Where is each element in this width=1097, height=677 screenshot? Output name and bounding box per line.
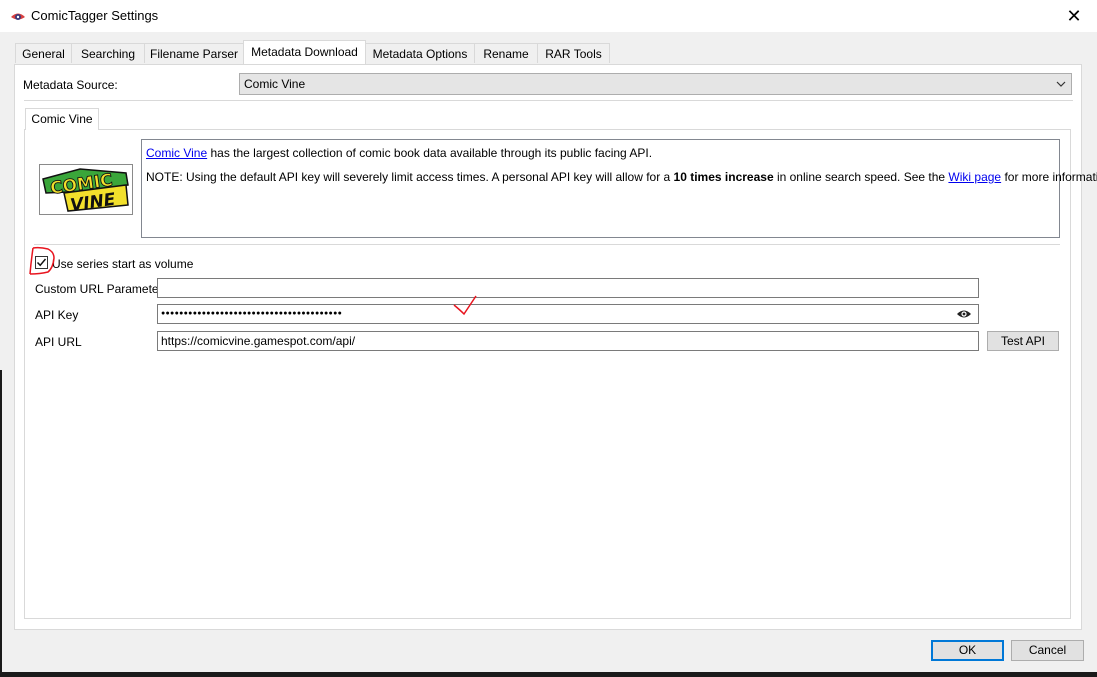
api-key-masked-value: ●●●●●●●●●●●●●●●●●●●●●●●●●●●●●●●●●●●●●●●● [161, 310, 343, 317]
background-window-edge [0, 370, 2, 677]
wiki-page-link[interactable]: Wiki page [948, 170, 1001, 184]
tab-comic-vine[interactable]: Comic Vine [25, 108, 99, 130]
divider [24, 100, 1073, 101]
comic-vine-logo: COMIC VINE [39, 164, 133, 216]
tab-filename-parser[interactable]: Filename Parser [144, 43, 244, 63]
info-line-1: Comic Vine has the largest collection of… [146, 146, 652, 160]
title-bar: ComicTagger Settings ✕ [0, 0, 1097, 32]
info-note-bold: 10 times increase [673, 170, 774, 184]
use-series-start-checkbox[interactable] [35, 256, 48, 269]
window-title: ComicTagger Settings [31, 8, 159, 23]
ok-button[interactable]: OK [931, 640, 1004, 661]
metadata-source-value: Comic Vine [244, 77, 306, 91]
tab-rar-tools[interactable]: RAR Tools [537, 43, 610, 63]
api-key-label: API Key [35, 308, 79, 322]
use-series-start-label: Use series start as volume [52, 257, 194, 271]
checkmark-icon [36, 258, 47, 267]
tab-metadata-options[interactable]: Metadata Options [365, 43, 475, 63]
close-button[interactable]: ✕ [1051, 0, 1097, 32]
info-line-2: NOTE: Using the default API key will sev… [146, 170, 1097, 184]
background-window-edge [0, 672, 1097, 677]
chevron-down-icon [1056, 81, 1066, 87]
test-api-button[interactable]: Test API [987, 331, 1059, 351]
tab-searching[interactable]: Searching [71, 43, 145, 63]
info-note-end: for more information. [1004, 170, 1097, 184]
divider [34, 244, 1060, 245]
info-note-mid: in online search speed. See the [773, 170, 949, 184]
api-url-label: API URL [35, 335, 82, 349]
custom-url-input[interactable] [157, 278, 979, 298]
api-url-input[interactable]: https://comicvine.gamespot.com/api/ [157, 331, 979, 351]
comic-vine-link[interactable]: Comic Vine [146, 146, 207, 160]
tab-general[interactable]: General [15, 43, 72, 63]
custom-url-label: Custom URL Parameters [35, 282, 169, 296]
comictagger-eye-icon [11, 13, 25, 20]
api-url-value: https://comicvine.gamespot.com/api/ [161, 334, 356, 348]
close-icon: ✕ [1066, 5, 1082, 26]
info-text-1: has the largest collection of comic book… [207, 146, 653, 160]
api-key-input[interactable]: ●●●●●●●●●●●●●●●●●●●●●●●●●●●●●●●●●●●●●●●● [157, 304, 979, 324]
metadata-source-label: Metadata Source: [23, 78, 118, 92]
metadata-source-select[interactable]: Comic Vine [239, 73, 1072, 95]
cancel-button[interactable]: Cancel [1011, 640, 1084, 661]
tab-rename[interactable]: Rename [474, 43, 538, 63]
info-note-text: NOTE: Using the default API key will sev… [146, 170, 674, 184]
tab-metadata-download[interactable]: Metadata Download [243, 40, 366, 64]
comic-vine-logo-image: COMIC VINE [42, 168, 129, 216]
eye-icon[interactable] [956, 308, 972, 320]
comic-vine-info: Comic Vine has the largest collection of… [141, 139, 1097, 238]
